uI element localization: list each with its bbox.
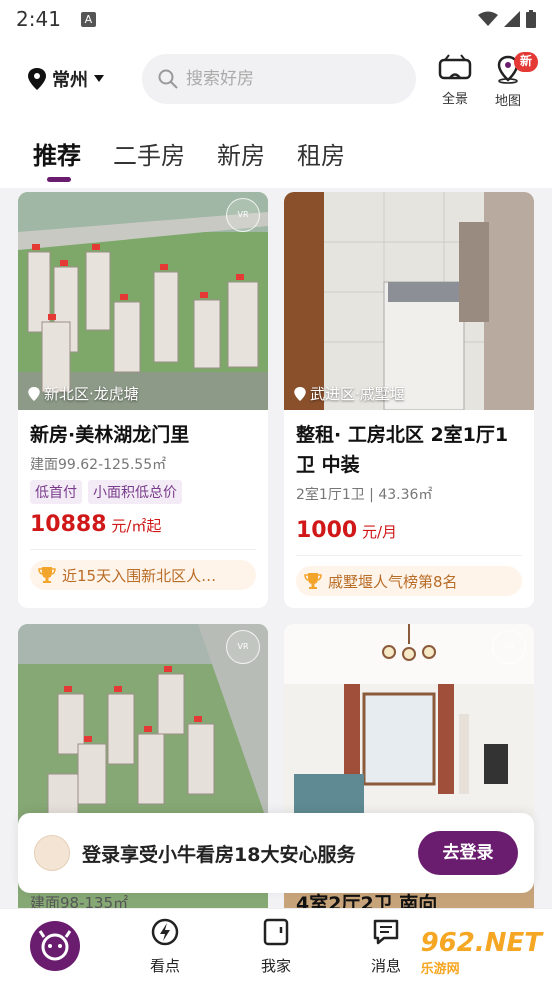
status-icons bbox=[478, 10, 536, 28]
listing-tags: 低首付 小面积低总价 bbox=[30, 480, 256, 504]
tab-recommend[interactable]: 推荐 bbox=[33, 136, 81, 182]
search-icon bbox=[158, 69, 178, 89]
caret-down-icon bbox=[94, 75, 104, 82]
rank-text: 戚墅堰人气榜第8名 bbox=[328, 572, 458, 591]
tab-rental[interactable]: 租房 bbox=[297, 136, 345, 176]
watermark-brand: 962.NET bbox=[420, 927, 542, 958]
category-tabs: 推荐 二手房 新房 租房 bbox=[33, 136, 345, 182]
nav-home-button[interactable] bbox=[30, 921, 80, 971]
wifi-icon bbox=[478, 11, 498, 26]
listing-area: 建面99.62-125.55㎡ bbox=[30, 457, 167, 473]
listing-layout: 2室1厅1卫 | 43.36㎡ bbox=[296, 487, 433, 503]
nav-watch[interactable]: 看点 bbox=[130, 917, 200, 976]
lightning-icon bbox=[151, 918, 179, 946]
divider bbox=[296, 555, 522, 556]
login-banner: 登录享受小牛看房18大安心服务 去登录 bbox=[18, 813, 534, 893]
status-time: 2:41 bbox=[16, 7, 61, 31]
tab-new-home[interactable]: 新房 bbox=[217, 136, 265, 176]
vr-badge-icon: VR bbox=[492, 630, 526, 664]
map-button[interactable]: 地图 新 bbox=[482, 52, 538, 109]
app-notification-icon: A bbox=[80, 11, 96, 27]
panorama-label: 全景 bbox=[441, 92, 468, 107]
price-unit: 元/㎡起 bbox=[106, 517, 162, 535]
house-icon bbox=[263, 918, 289, 946]
map-label: 地图 bbox=[494, 94, 521, 109]
message-icon bbox=[373, 919, 399, 945]
nav-watch-label: 看点 bbox=[149, 957, 180, 975]
rank-pill[interactable]: 近15天入围新北区人… bbox=[30, 560, 256, 590]
price-value: 10888 bbox=[30, 512, 107, 537]
vr-badge-icon: VR bbox=[226, 630, 260, 664]
vr-badge-icon: VR bbox=[226, 198, 260, 232]
city-name: 常州 bbox=[52, 70, 88, 91]
header: 常州 全景 地图 新 推荐 二手房 新房 租房 bbox=[0, 38, 552, 188]
listing-tag: 小面积低总价 bbox=[88, 480, 182, 504]
listing-title: 整租· 工房北区 2室1厅1卫 中装 bbox=[296, 424, 509, 476]
listing-price: 1000 元/月 bbox=[296, 518, 522, 543]
city-selector[interactable]: 常州 bbox=[28, 66, 104, 92]
vr-headset-icon bbox=[438, 54, 472, 80]
search-input[interactable] bbox=[186, 69, 386, 89]
location-pin-icon bbox=[28, 68, 46, 90]
rank-text: 近15天入围新北区人… bbox=[62, 566, 217, 585]
new-badge: 新 bbox=[514, 52, 538, 72]
location-pin-icon bbox=[28, 386, 40, 401]
home-logo-icon bbox=[38, 930, 72, 961]
listing-tag: 低首付 bbox=[30, 480, 82, 504]
search-bar[interactable] bbox=[142, 54, 416, 104]
nav-my-home-label: 我家 bbox=[260, 957, 291, 975]
listing-location-text: 武进区·戚墅堰 bbox=[310, 385, 405, 403]
trophy-icon bbox=[38, 567, 56, 583]
price-value: 1000 bbox=[296, 518, 358, 543]
listing-photo: 武进区·戚墅堰 bbox=[284, 192, 534, 410]
status-bar: 2:41 A bbox=[0, 0, 552, 38]
mascot-avatar bbox=[34, 835, 70, 871]
listing-location: 武进区·戚墅堰 bbox=[294, 383, 405, 404]
listing-price: 10888 元/㎡起 bbox=[30, 512, 256, 537]
listing-card[interactable]: 武进区·戚墅堰 整租· 工房北区 2室1厅1卫 中装 2室1厅1卫 | 43.3… bbox=[284, 192, 534, 608]
listing-location: 新北区·龙虎塘 bbox=[28, 383, 139, 404]
divider bbox=[30, 549, 256, 550]
login-button[interactable]: 去登录 bbox=[418, 831, 518, 875]
listing-body: 整租· 工房北区 2室1厅1卫 中装 2室1厅1卫 | 43.36㎡ 1000 … bbox=[284, 410, 534, 608]
price-unit: 元/月 bbox=[357, 523, 398, 541]
login-banner-text: 登录享受小牛看房18大安心服务 bbox=[82, 843, 356, 866]
panorama-button[interactable]: 全景 bbox=[429, 54, 481, 107]
room-interior-photo bbox=[284, 192, 534, 410]
rank-pill[interactable]: 戚墅堰人气榜第8名 bbox=[296, 566, 522, 596]
listing-photo: VR 新北区·龙虎塘 bbox=[18, 192, 268, 410]
app-page: 2:41 A 常州 全景 地图 新 推荐 二手房 bbox=[0, 0, 552, 983]
listing-body: 新房·美林湖龙门里 建面99.62-125.55㎡ 低首付 小面积低总价 108… bbox=[18, 410, 268, 602]
nav-my-home[interactable]: 我家 bbox=[241, 917, 311, 976]
watermark-sub: 乐游网 bbox=[420, 961, 460, 977]
listing-card[interactable]: VR 新北区·龙虎塘 新房·美林湖龙门里 建面99.62-125.55㎡ 低首付… bbox=[18, 192, 268, 608]
listing-title: 新房·美林湖龙门里 bbox=[30, 424, 190, 446]
location-pin-icon bbox=[294, 386, 306, 401]
nav-messages-label: 消息 bbox=[370, 957, 401, 975]
trophy-icon bbox=[304, 573, 322, 589]
site-watermark: 962.NET 乐游网 bbox=[421, 928, 542, 977]
listing-feed: VR 新北区·龙虎塘 新房·美林湖龙门里 建面99.62-125.55㎡ 低首付… bbox=[0, 192, 552, 912]
listing-location-text: 新北区·龙虎塘 bbox=[44, 385, 139, 403]
nav-messages[interactable]: 消息 bbox=[351, 917, 421, 976]
battery-icon bbox=[526, 10, 536, 28]
tab-second-hand[interactable]: 二手房 bbox=[113, 136, 185, 176]
signal-icon bbox=[504, 11, 520, 27]
